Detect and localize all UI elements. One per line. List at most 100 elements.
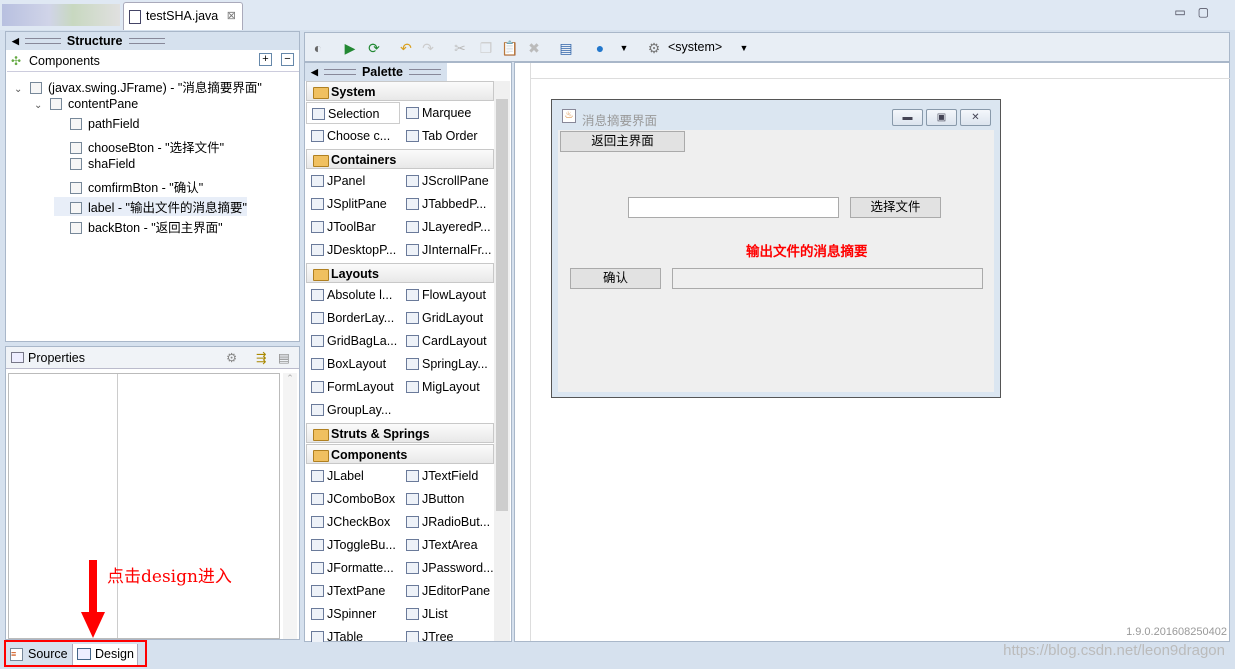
palette-item[interactable]: JTextArea [401, 534, 495, 556]
palette-item[interactable]: JSplitPane [306, 193, 400, 215]
palette-item[interactable]: JTabbedP... [401, 193, 495, 215]
palette-item[interactable]: CardLayout [401, 330, 495, 352]
palette-item[interactable]: JCheckBox [306, 511, 400, 533]
java-icon: ♨ [562, 109, 576, 123]
properties-table[interactable] [8, 373, 280, 639]
palette-category[interactable]: Components [306, 444, 494, 464]
redo-icon[interactable]: ↷ [419, 39, 437, 57]
palette-item[interactable]: FormLayout [306, 376, 400, 398]
palette-item[interactable]: JPassword... [401, 557, 495, 579]
designer-toolbar: ◐ ▶ ⟳ ↶ ↷ ✂ ❐ 📋 ✖ ▤ ● ▼ ⚙ <system> ▼ [304, 32, 1230, 62]
palette-item[interactable]: Marquee [401, 102, 495, 124]
palette-item[interactable]: JTextField [401, 465, 495, 487]
palette-item[interactable]: JLabel [306, 465, 400, 487]
properties-panel: Properties ⚙ ⇶ ▤ ⌃ [5, 346, 300, 640]
tree-item[interactable]: pathField [54, 117, 139, 131]
palette-item[interactable]: JDesktopP... [306, 239, 400, 261]
palette-item-icon [311, 244, 324, 256]
collapse-all-icon[interactable]: − [281, 53, 294, 66]
globe-dropdown-icon[interactable]: ▼ [615, 39, 633, 57]
annotation-highlight-box [4, 640, 147, 667]
goto-definition-icon[interactable]: ⇶ [256, 350, 266, 365]
palette-category[interactable]: Struts & Springs [306, 423, 494, 443]
sha-field[interactable] [672, 268, 983, 289]
confirm-button[interactable]: 确认 [570, 268, 661, 289]
cut-icon[interactable]: ✂ [451, 39, 469, 57]
tree-item[interactable]: chooseBton - "选择文件" [54, 137, 224, 156]
collapse-icon[interactable]: ◀ [311, 67, 318, 78]
close-button[interactable]: ✕ [960, 109, 991, 126]
palette-item[interactable]: MigLayout [401, 376, 495, 398]
palette-item[interactable]: GridBagLa... [306, 330, 400, 352]
tab-order-icon[interactable]: ▤ [557, 39, 575, 57]
palette-category[interactable]: Layouts [306, 263, 494, 283]
palette-item[interactable]: JLayeredP... [401, 216, 495, 238]
tree-item[interactable]: shaField [54, 157, 135, 171]
window-controls[interactable]: ▭▢ [1174, 5, 1221, 19]
tree-item[interactable]: backBton - "返回主界面" [54, 217, 223, 236]
palette-item[interactable]: JEditorPane [401, 580, 495, 602]
palette-item[interactable]: JFormatte... [306, 557, 400, 579]
palette-item[interactable]: JToolBar [306, 216, 400, 238]
jframe-preview[interactable]: ♨ 消息摘要界面 ▬ ▣ ✕ 返回主界面 选择文件 输出文件的消息摘要 确认 [551, 99, 1001, 398]
minimize-button[interactable]: ▬ [892, 109, 923, 126]
delete-icon[interactable]: ✖ [525, 39, 543, 57]
palette-item[interactable]: JInternalFr... [401, 239, 495, 261]
palette-item[interactable]: GroupLay... [306, 399, 400, 421]
palette-category[interactable]: Containers [306, 149, 494, 169]
palette-item[interactable]: Choose c... [306, 125, 400, 147]
palette-item[interactable]: SpringLay... [401, 353, 495, 375]
collapse-icon[interactable]: ◀ [12, 36, 19, 47]
palette-item[interactable]: JComboBox [306, 488, 400, 510]
expand-all-icon[interactable]: + [259, 53, 272, 66]
palette-item[interactable]: JSpinner [306, 603, 400, 625]
back-button[interactable]: 返回主界面 [560, 131, 685, 152]
path-field[interactable] [628, 197, 839, 218]
palette-item[interactable]: Absolute l... [306, 284, 400, 306]
palette-scroll-thumb[interactable] [496, 99, 508, 511]
undo-icon[interactable]: ↶ [397, 39, 415, 57]
palette-item[interactable]: JTextPane [306, 580, 400, 602]
palette-item[interactable]: FlowLayout [401, 284, 495, 306]
palette-item[interactable]: Tab Order [401, 125, 495, 147]
palette-item[interactable]: BoxLayout [306, 353, 400, 375]
choose-file-button[interactable]: 选择文件 [850, 197, 941, 218]
palette-category[interactable]: System [306, 81, 494, 101]
palette-item[interactable]: JPanel [306, 170, 400, 192]
version-label: 1.9.0.201608250402 [1126, 626, 1227, 638]
paste-icon[interactable]: 📋 [501, 39, 519, 57]
expander-icon[interactable]: ⌄ [14, 84, 30, 95]
palette-item-icon [406, 539, 419, 551]
expander-icon[interactable]: ⌄ [34, 100, 50, 111]
tree-item[interactable]: ⌄ (javax.swing.JFrame) - "消息摘要界面" [14, 77, 262, 96]
palette-item[interactable]: BorderLay... [306, 307, 400, 329]
look-and-feel-dropdown-icon[interactable]: ▼ [735, 39, 753, 57]
palette-item[interactable]: JScrollPane [401, 170, 495, 192]
tree-item[interactable]: ⌄ contentPane [34, 97, 138, 111]
palette-item-label: JButton [422, 492, 465, 506]
show-events-icon[interactable]: ⚙ [226, 350, 237, 365]
palette-item-label: Absolute l... [327, 288, 393, 302]
palette-item[interactable]: JRadioBut... [401, 511, 495, 533]
close-tab-icon[interactable]: ⊠ [227, 9, 236, 22]
palette-item-icon [406, 516, 419, 528]
globe-icon[interactable]: ● [591, 39, 609, 57]
palette-item[interactable]: JToggleBu... [306, 534, 400, 556]
refresh-icon[interactable]: ⟳ [365, 39, 383, 57]
palette-item[interactable]: Selection [306, 102, 400, 124]
palette-item[interactable]: GridLayout [401, 307, 495, 329]
look-and-feel-select[interactable]: <system> [668, 40, 722, 54]
test-gui-icon[interactable]: ◐ [309, 39, 327, 57]
properties-scrollbar[interactable]: ⌃ [283, 373, 297, 639]
copy-icon[interactable]: ❐ [477, 39, 495, 57]
show-advanced-icon[interactable]: ▤ [278, 350, 290, 365]
maximize-button[interactable]: ▣ [926, 109, 957, 126]
editor-tab-testsha[interactable]: testSHA.java ⊠ [123, 2, 243, 30]
palette-item-label: BorderLay... [327, 311, 395, 325]
tree-item[interactable]: comfirmBton - "确认" [54, 177, 203, 196]
add-to-palette-icon[interactable]: ▶ [341, 39, 359, 57]
tree-item[interactable]: label - "输出文件的消息摘要" [54, 197, 247, 216]
palette-item[interactable]: JList [401, 603, 495, 625]
palette-item[interactable]: JButton [401, 488, 495, 510]
component-icon [50, 98, 62, 110]
